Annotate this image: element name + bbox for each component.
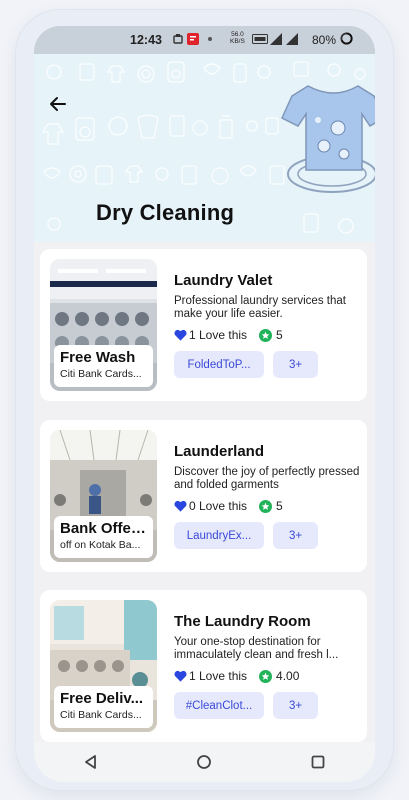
more-tags-chip[interactable]: 3+: [273, 351, 318, 378]
heart-icon[interactable]: [174, 329, 187, 341]
heart-icon[interactable]: [174, 500, 187, 512]
rating-value: 4.00: [276, 669, 300, 683]
listing-stats: 1 Love this 5: [174, 327, 360, 343]
circle-home-icon[interactable]: [194, 752, 214, 772]
offer-badge: Bank Offer... off on Kotak Ba...: [54, 516, 153, 558]
listing-description: Your one-stop destination for immaculate…: [174, 636, 339, 661]
tag-chip[interactable]: FoldedToP...: [174, 351, 264, 378]
notification-icon: [173, 34, 183, 44]
signal-4g-icon: [286, 33, 298, 45]
more-tags-chip[interactable]: 3+: [273, 692, 318, 719]
offer-title: Free Deliv...: [60, 690, 144, 707]
offer-title: Free Wash: [60, 349, 136, 366]
listing-name: Launderland: [174, 443, 265, 460]
listing-card-laundry-valet[interactable]: Free Wash Citi Bank Cards... Laundry Val…: [40, 249, 367, 401]
star-badge-icon: [259, 669, 273, 683]
love-count: 1 Love this: [189, 328, 248, 342]
star-badge-icon: [259, 328, 273, 342]
more-tags-chip[interactable]: 3+: [273, 522, 318, 549]
love-count: 1 Love this: [189, 669, 248, 683]
listing-stats: 0 Love this 5: [174, 498, 360, 514]
status-time: 12:43: [130, 33, 162, 47]
network-speed-unit: KB/S: [230, 38, 245, 45]
offer-subtitle: Citi Bank Cards...: [60, 368, 142, 380]
tag-chips: LaundryEx... 3+: [174, 522, 360, 549]
network-speed-value: 56.0: [231, 31, 244, 38]
listing-name: The Laundry Room: [174, 613, 311, 630]
tag-chips: FoldedToP... 3+: [174, 351, 360, 378]
tag-chip[interactable]: LaundryEx...: [174, 522, 264, 549]
listing-card-launderland[interactable]: Bank Offer... off on Kotak Ba... Launder…: [40, 420, 367, 572]
offer-title: Bank Offer...: [60, 520, 147, 537]
tag-chip-label: LaundryEx...: [186, 529, 252, 542]
network-speed: 56.0 KB/S: [230, 31, 245, 45]
listing-info: Launderland Discover the joy of perfectl…: [174, 442, 360, 549]
listing-info: The Laundry Room Your one-stop destinati…: [174, 612, 360, 719]
tag-chip-label: #CleanClot...: [185, 699, 253, 712]
app-notification-icon: [187, 33, 199, 45]
offer-badge: Free Deliv... Citi Bank Cards...: [54, 686, 153, 728]
volte-icon: [252, 34, 268, 44]
header-banner: Dry Cleaning: [34, 54, 375, 242]
rating-value: 5: [276, 328, 283, 342]
heart-icon[interactable]: [174, 670, 187, 682]
rating-value: 5: [276, 499, 283, 513]
page-title: Dry Cleaning: [96, 200, 235, 225]
tag-chips: #CleanClot... 3+: [174, 692, 360, 719]
dot-icon: [208, 37, 212, 41]
listing-stats: 1 Love this 4.00: [174, 668, 360, 684]
listing-description: Discover the joy of perfectly pressed an…: [174, 466, 360, 491]
listing-name: Laundry Valet: [174, 272, 273, 289]
listing-description: Professional laundry services that make …: [174, 295, 346, 320]
offer-subtitle: off on Kotak Ba...: [60, 539, 141, 551]
tag-chip[interactable]: #CleanClot...: [174, 692, 264, 719]
star-badge-icon: [259, 499, 273, 513]
love-count: 0 Love this: [189, 499, 248, 513]
square-recents-icon[interactable]: [308, 752, 328, 772]
listing-card-the-laundry-room[interactable]: Free Deliv... Citi Bank Cards... The Lau…: [40, 590, 367, 742]
tshirt-illustration-icon: [281, 85, 375, 193]
listing-image: Free Wash Citi Bank Cards...: [50, 259, 157, 391]
system-nav-bar: [34, 742, 375, 782]
listing-info: Laundry Valet Professional laundry servi…: [174, 271, 360, 378]
listing-image: Bank Offer... off on Kotak Ba...: [50, 430, 157, 562]
status-bar: 12:43 56.0 KB/S 80%: [34, 26, 375, 54]
listing-image: Free Deliv... Citi Bank Cards...: [50, 600, 157, 732]
battery-icon: [340, 32, 353, 45]
back-arrow-icon[interactable]: [48, 94, 68, 114]
offer-subtitle: Citi Bank Cards...: [60, 709, 142, 721]
signal-icon: [270, 33, 282, 45]
offer-badge: Free Wash Citi Bank Cards...: [54, 345, 153, 387]
battery-text: 80%: [312, 33, 337, 47]
app-screen: 12:43 56.0 KB/S 80% Dry Cleaning Free Wa…: [34, 26, 375, 782]
tag-chip-label: FoldedToP...: [187, 358, 251, 371]
triangle-back-icon[interactable]: [81, 752, 101, 772]
